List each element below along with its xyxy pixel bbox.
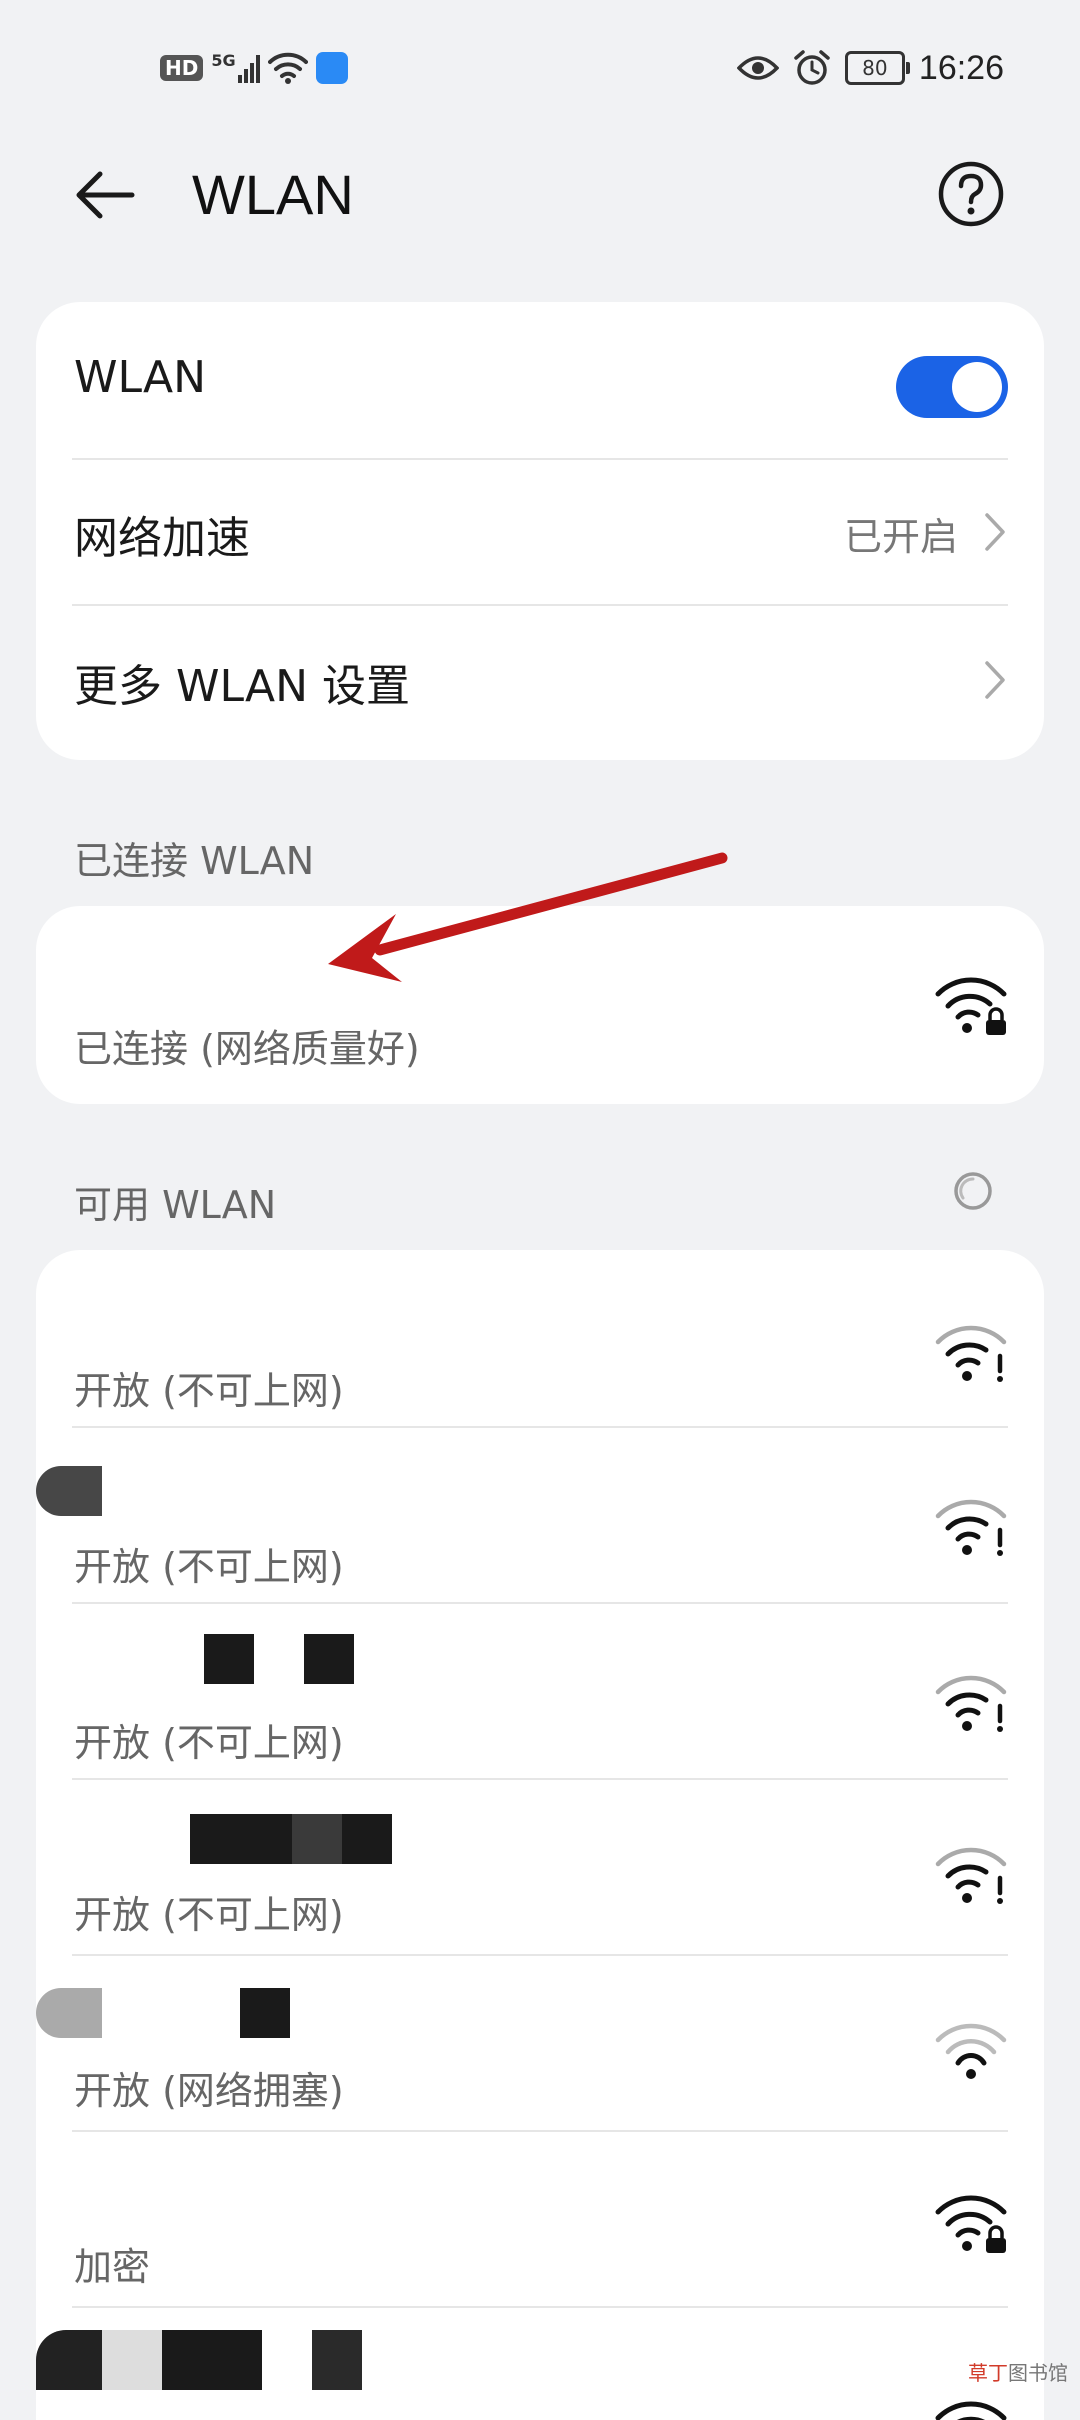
watermark: 草丁图书馆 (968, 2357, 1068, 2386)
network-ssid-redacted (74, 1634, 354, 1684)
network-acceleration-value: 已开启 (843, 515, 958, 559)
more-wlan-settings-label: 更多 WLAN 设置 (74, 661, 411, 712)
wifi-weak-icon (935, 2023, 1007, 2079)
redacted-block (162, 2330, 262, 2390)
network-ssid-redacted (36, 2330, 374, 2390)
wifi-lock-icon (935, 977, 1007, 1035)
network-list-item[interactable]: 开放 (不可上网) (36, 1780, 1044, 1954)
redacted-block (190, 1814, 292, 1864)
watermark-part2: 图书馆 (1008, 2361, 1068, 2385)
wlan-settings-card: WLAN 网络加速 已开启 更多 WLAN 设置 (36, 302, 1044, 760)
network-list-item[interactable]: 开放 (不可上网) (36, 1250, 1044, 1426)
redacted-block (342, 1814, 392, 1864)
redacted-block (240, 1988, 290, 2038)
network-ssid-redacted (36, 1988, 290, 2038)
network-type: 5G (211, 51, 236, 70)
page-title: WLAN (192, 163, 354, 226)
chevron-right-icon (985, 661, 1005, 699)
wlan-toggle-row[interactable]: WLAN (36, 302, 1044, 458)
network-status: 开放 (不可上网) (74, 1721, 344, 1765)
wifi-exclaim-icon (935, 1847, 1007, 1904)
redacted-block (312, 2330, 362, 2390)
network-list-item[interactable]: 开放 (不可上网) (36, 1428, 1044, 1602)
more-wlan-settings-row[interactable]: 更多 WLAN 设置 (36, 606, 1044, 760)
network-status: 开放 (不可上网) (74, 1545, 344, 1589)
help-circle-icon[interactable] (937, 160, 1005, 228)
redacted-block (204, 1634, 254, 1684)
redacted-block (292, 1814, 342, 1864)
5g-signal-icon: 5G (211, 51, 260, 83)
redacted-block (36, 2330, 102, 2390)
arrow-left-icon[interactable] (70, 160, 140, 230)
wifi-exclaim-icon (935, 1675, 1007, 1732)
hotspot-icon (315, 52, 348, 84)
status-time: 16:26 (918, 48, 1004, 87)
network-acceleration-label: 网络加速 (74, 513, 250, 564)
redacted-block (36, 1466, 102, 1516)
connected-network-status: 已连接 (网络质量好) (74, 1027, 420, 1071)
available-networks-card: 开放 (不可上网) 开放 (不可上网) 开放 (不可上网) 开放 (不可上网) … (36, 1250, 1044, 2420)
network-status: 加密 (74, 2245, 151, 2289)
wlan-toggle-switch[interactable] (896, 356, 1008, 418)
connected-network-card[interactable]: 已连接 (网络质量好) (36, 906, 1044, 1104)
network-ssid-redacted (74, 962, 294, 1012)
network-list-item[interactable]: 开放 (不可上网) (36, 1604, 1044, 1778)
chevron-right-icon (985, 513, 1005, 551)
status-left-icons: HD 5G (160, 48, 348, 88)
network-acceleration-row[interactable]: 网络加速 已开启 (36, 460, 1044, 604)
network-list-item[interactable]: 加密 (36, 2132, 1044, 2306)
connected-section-title: 已连接 WLAN (74, 839, 315, 883)
eye-icon (736, 56, 779, 80)
available-section-title: 可用 WLAN (74, 1183, 277, 1227)
wifi-exclaim-icon (935, 1325, 1007, 1382)
redacted-block (36, 1988, 102, 2038)
network-ssid-redacted (74, 1814, 392, 1864)
watermark-part1: 草丁 (968, 2361, 1008, 2385)
toggle-knob (952, 362, 1002, 412)
wlan-toggle-label: WLAN (74, 352, 207, 403)
wifi-lock-icon (935, 2195, 1007, 2253)
network-ssid-redacted (36, 1466, 194, 1516)
status-right-icons: 80 16:26 (736, 46, 1004, 90)
network-status: 开放 (网络拥塞) (74, 2069, 344, 2113)
network-list-item[interactable]: 开放 (网络拥塞) (36, 1956, 1044, 2130)
network-list-item[interactable] (36, 2308, 1044, 2420)
redacted-block (102, 2330, 162, 2390)
alarm-icon (794, 50, 830, 85)
battery-icon: 80 (844, 51, 910, 85)
wifi-status-icon (267, 52, 308, 84)
network-status: 开放 (不可上网) (74, 1893, 344, 1937)
wifi-exclaim-icon (935, 1499, 1007, 1556)
redacted-block (304, 1634, 354, 1684)
status-bar: HD 5G 80 16:26 (0, 0, 1080, 130)
wifi-icon (935, 2401, 1007, 2420)
loading-spinner-icon (954, 1172, 992, 1210)
network-status: 开放 (不可上网) (74, 1369, 344, 1413)
hd-icon: HD (160, 55, 204, 81)
